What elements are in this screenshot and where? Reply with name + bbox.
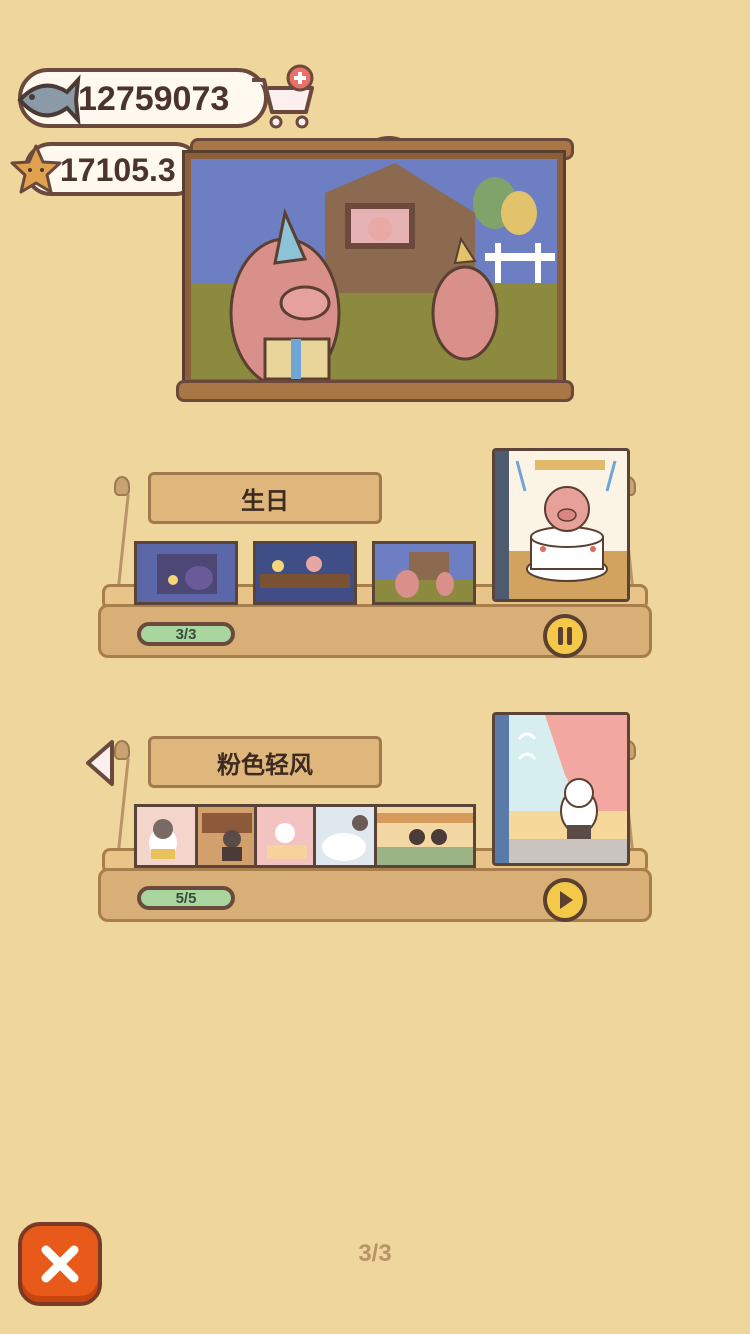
album-title: 生日 — [148, 472, 382, 524]
album-thumbnail[interactable] — [195, 804, 259, 868]
thumbnail-image — [137, 807, 197, 865]
album-thumbnail[interactable] — [134, 541, 238, 605]
star-amount: 17105.3 — [60, 152, 176, 188]
thumbnail-image — [137, 544, 235, 602]
thumbnail-image — [375, 544, 473, 602]
shelf-peg-left — [114, 476, 130, 496]
thumbnail-image — [377, 807, 473, 865]
album-thumbnail[interactable] — [372, 541, 476, 605]
thumbnail-image — [198, 807, 256, 865]
album-progress-bar: 5/5 — [137, 886, 235, 910]
cart-icon — [252, 64, 314, 129]
arrow-left-icon — [86, 740, 114, 786]
page-indicator: 3/3 — [358, 1240, 392, 1267]
thumbnail-image — [257, 807, 315, 865]
album-cover-book[interactable] — [492, 448, 630, 602]
scroll-bottom-rod — [176, 380, 574, 402]
album-thumbnail[interactable] — [253, 541, 357, 605]
shelf-peg-left — [114, 740, 130, 760]
birthday-party-illustration — [191, 159, 557, 389]
album-cover-book[interactable] — [492, 712, 630, 866]
birthday-cake-cover — [495, 451, 627, 599]
album-thumbnail[interactable] — [374, 804, 476, 868]
album-thumbnail[interactable] — [313, 804, 379, 868]
thumbnail-image — [316, 807, 376, 865]
play-icon — [560, 891, 573, 909]
pause-icon — [558, 627, 572, 645]
fish-amount: 12759073 — [78, 80, 230, 118]
star-icon — [10, 144, 62, 194]
thumbnail-image — [256, 544, 354, 602]
pause-button[interactable] — [543, 614, 587, 658]
album-thumbnail[interactable] — [254, 804, 318, 868]
picture-frame — [182, 150, 566, 389]
album-thumbnail[interactable] — [134, 804, 200, 868]
album-progress-bar: 3/3 — [137, 622, 235, 646]
pink-breeze-cover — [495, 715, 627, 863]
shop-cart-button[interactable] — [248, 64, 318, 134]
fish-icon — [17, 74, 81, 126]
play-button[interactable] — [543, 878, 587, 922]
previous-page-button[interactable] — [82, 738, 118, 788]
album-title: 粉色轻风 — [148, 736, 382, 788]
